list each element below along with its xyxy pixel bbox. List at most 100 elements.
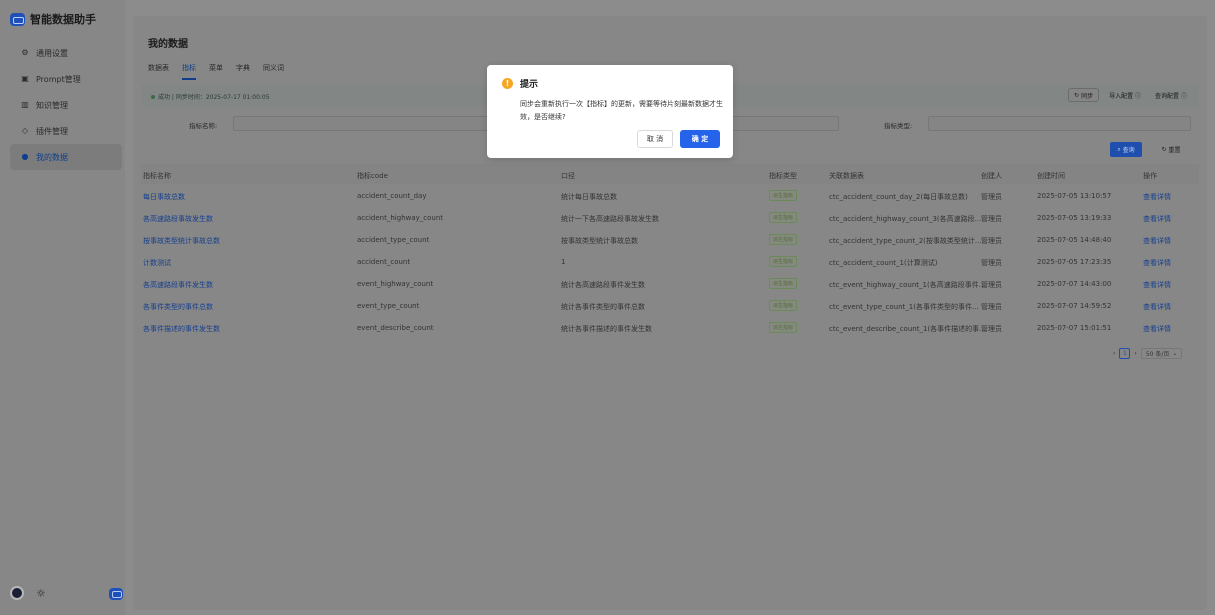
created-time: 2025-07-07 14:59:52 [1037, 302, 1112, 310]
metric-name-label: 指标名称: [189, 122, 218, 130]
col-header: 指标名称 [143, 172, 171, 180]
status-dot-icon [151, 95, 155, 99]
created-time: 2025-07-07 14:43:00 [1037, 280, 1112, 288]
sidebar-item-prompt[interactable]: ▣ Prompt管理 [10, 66, 122, 92]
linked-table: ctc_accident_type_count_2(按事故类型统计... [829, 237, 982, 245]
view-details-link[interactable]: 查看详情 [1143, 302, 1193, 312]
page-title: 我的数据 [148, 39, 188, 50]
next-page-icon[interactable]: › [1134, 350, 1136, 357]
search-icon: ⌕ [1117, 145, 1121, 153]
creator: 管理员 [981, 193, 1002, 201]
table-header: 指标名称 指标code 口径 指标类型 关联数据表 创建人 创建时间 操作 [141, 164, 1199, 184]
metric-code: accident_highway_count [357, 214, 444, 222]
sidebar-item-general-settings[interactable]: ⚙ 通用设置 [10, 40, 122, 66]
tabs: 数据表 指标 菜单 字典 同义词 [148, 63, 284, 80]
sidebar-item-plugins[interactable]: ◇ 插件管理 [10, 118, 122, 144]
metric-caliber: 统计一下各高速路段事故发生数 [561, 215, 659, 223]
metric-caliber: 按事故类型统计事故总数 [561, 237, 638, 245]
metric-caliber: 统计各高速路段事件发生数 [561, 281, 645, 289]
status-badge: 派生指标 [769, 278, 798, 289]
refresh-icon: ↻ [1074, 91, 1080, 99]
metric-name-link[interactable]: 各事件类型的事件总数 [141, 302, 351, 312]
view-details-link[interactable]: 查看详情 [1143, 280, 1193, 290]
status-badge: 派生指标 [769, 300, 798, 311]
metric-type-select[interactable] [928, 116, 1191, 131]
linked-table: ctc_event_describe_count_1(各事件描述的事... [829, 325, 986, 333]
prev-page-icon[interactable]: ‹ [1113, 350, 1115, 357]
metric-type-badge: 派生指标 [769, 300, 829, 311]
status-badge: 派生指标 [769, 256, 798, 267]
prompt-icon: ▣ [21, 74, 29, 83]
sync-status-text: 成功 | 同步时间：2025-07-17 01:00:05 [158, 94, 270, 101]
metric-name-link[interactable]: 各事件描述的事件发生数 [141, 324, 351, 334]
sidebar-item-label: 插件管理 [36, 126, 68, 136]
metric-type-badge: 派生指标 [769, 256, 829, 267]
page-number[interactable]: 1 [1119, 348, 1131, 359]
metric-name-link[interactable]: 按事故类型统计事故总数 [141, 236, 351, 246]
created-time: 2025-07-05 13:10:57 [1037, 192, 1112, 200]
metric-code: accident_count_day [357, 192, 427, 200]
confirm-button[interactable]: 确 定 [680, 130, 720, 148]
sidebar-item-knowledge[interactable]: ▥ 知识管理 [10, 92, 122, 118]
metric-caliber: 统计每日事故总数 [561, 193, 617, 201]
reset-button[interactable]: ↻ 重置 [1151, 142, 1191, 157]
chat-bot-icon [10, 12, 25, 26]
page-size-select[interactable]: 50 条/页 ⌄ [1140, 348, 1183, 359]
book-icon: ▥ [21, 100, 29, 109]
help-icon: ⓘ [1180, 92, 1187, 100]
query-config-button[interactable]: 查询配置 ⓘ [1151, 88, 1191, 102]
data-icon: ● [21, 152, 29, 161]
status-badge: 派生指标 [769, 322, 798, 333]
view-details-link[interactable]: 查看详情 [1143, 236, 1193, 246]
table-row: 各高速路段事故发生数 accident_highway_count 统计一下各高速路… [141, 206, 1199, 228]
sidebar-item-my-data[interactable]: ● 我的数据 [10, 144, 122, 170]
table-row: 各事件类型的事件总数 event_type_count 统计各事件类型的事件总数 派生… [141, 294, 1199, 316]
sidebar-item-label: 知识管理 [36, 100, 68, 110]
col-header: 创建人 [981, 172, 1002, 180]
sun-icon[interactable]: ☼ [36, 587, 46, 600]
tab-synonyms[interactable]: 同义词 [263, 63, 284, 80]
table-row: 计数测试 accident_count 1 派生指标 ctc_accident_coun… [141, 250, 1199, 272]
metric-name-link[interactable]: 计数测试 [141, 258, 351, 268]
sync-actions: ↻ 同步 导入配置 ⓘ 查询配置 ⓘ [1068, 88, 1191, 102]
metric-type-badge: 派生指标 [769, 322, 829, 333]
sidebar-footer: ☼ [10, 586, 125, 604]
linked-table: ctc_accident_highway_count_3(各高速路段... [829, 215, 982, 223]
view-details-link[interactable]: 查看详情 [1143, 192, 1193, 202]
creator: 管理员 [981, 303, 1002, 311]
col-header: 创建时间 [1037, 172, 1065, 180]
tab-dictionary[interactable]: 字典 [236, 63, 250, 80]
metric-caliber: 1 [561, 258, 566, 266]
view-details-link[interactable]: 查看详情 [1143, 324, 1193, 334]
import-config-button[interactable]: 导入配置 ⓘ [1105, 88, 1145, 102]
metric-name-link[interactable]: 各高速路段事故发生数 [141, 214, 351, 224]
metric-type-badge: 派生指标 [769, 212, 829, 223]
created-time: 2025-07-05 14:48:40 [1037, 236, 1112, 244]
page-size-label: 50 条/页 [1145, 351, 1170, 358]
metric-code: accident_count [357, 258, 411, 266]
metrics-table: 指标名称 指标code 口径 指标类型 关联数据表 创建人 创建时间 操作 每日… [141, 164, 1199, 338]
created-time: 2025-07-05 13:19:33 [1037, 214, 1112, 222]
cancel-button[interactable]: 取 消 [637, 130, 673, 148]
creator: 管理员 [981, 281, 1002, 289]
tab-metrics[interactable]: 指标 [182, 63, 196, 80]
sidebar-item-label: 我的数据 [36, 152, 68, 162]
confirm-dialog: ! 提示 同步会重新执行一次【指标】的更新，需要等待片刻最新数据才生效，是否继续… [487, 65, 733, 158]
query-button[interactable]: ⌕ 查询 [1110, 142, 1142, 157]
tab-tables[interactable]: 数据表 [148, 63, 169, 80]
sidebar-nav: ⚙ 通用设置 ▣ Prompt管理 ▥ 知识管理 ◇ 插件管理 ● 我的数据 [10, 40, 122, 170]
sync-button[interactable]: ↻ 同步 [1068, 88, 1100, 102]
metric-code: event_highway_count [357, 280, 434, 288]
sidebar: 智能数据助手 ⚙ 通用设置 ▣ Prompt管理 ▥ 知识管理 ◇ 插件管理 ●… [0, 0, 125, 615]
metric-name-link[interactable]: 各高速路段事件发生数 [141, 280, 351, 290]
table-row: 各高速路段事件发生数 event_highway_count 统计各高速路段事件发生… [141, 272, 1199, 294]
avatar[interactable] [10, 586, 24, 600]
view-details-link[interactable]: 查看详情 [1143, 214, 1193, 224]
metric-name-link[interactable]: 每日事故总数 [141, 192, 351, 202]
view-details-link[interactable]: 查看详情 [1143, 258, 1193, 268]
plugin-icon: ◇ [21, 126, 29, 135]
tab-menu[interactable]: 菜单 [209, 63, 223, 80]
col-header: 指标code [357, 172, 388, 180]
chat-icon[interactable] [109, 588, 123, 600]
creator: 管理员 [981, 259, 1002, 267]
